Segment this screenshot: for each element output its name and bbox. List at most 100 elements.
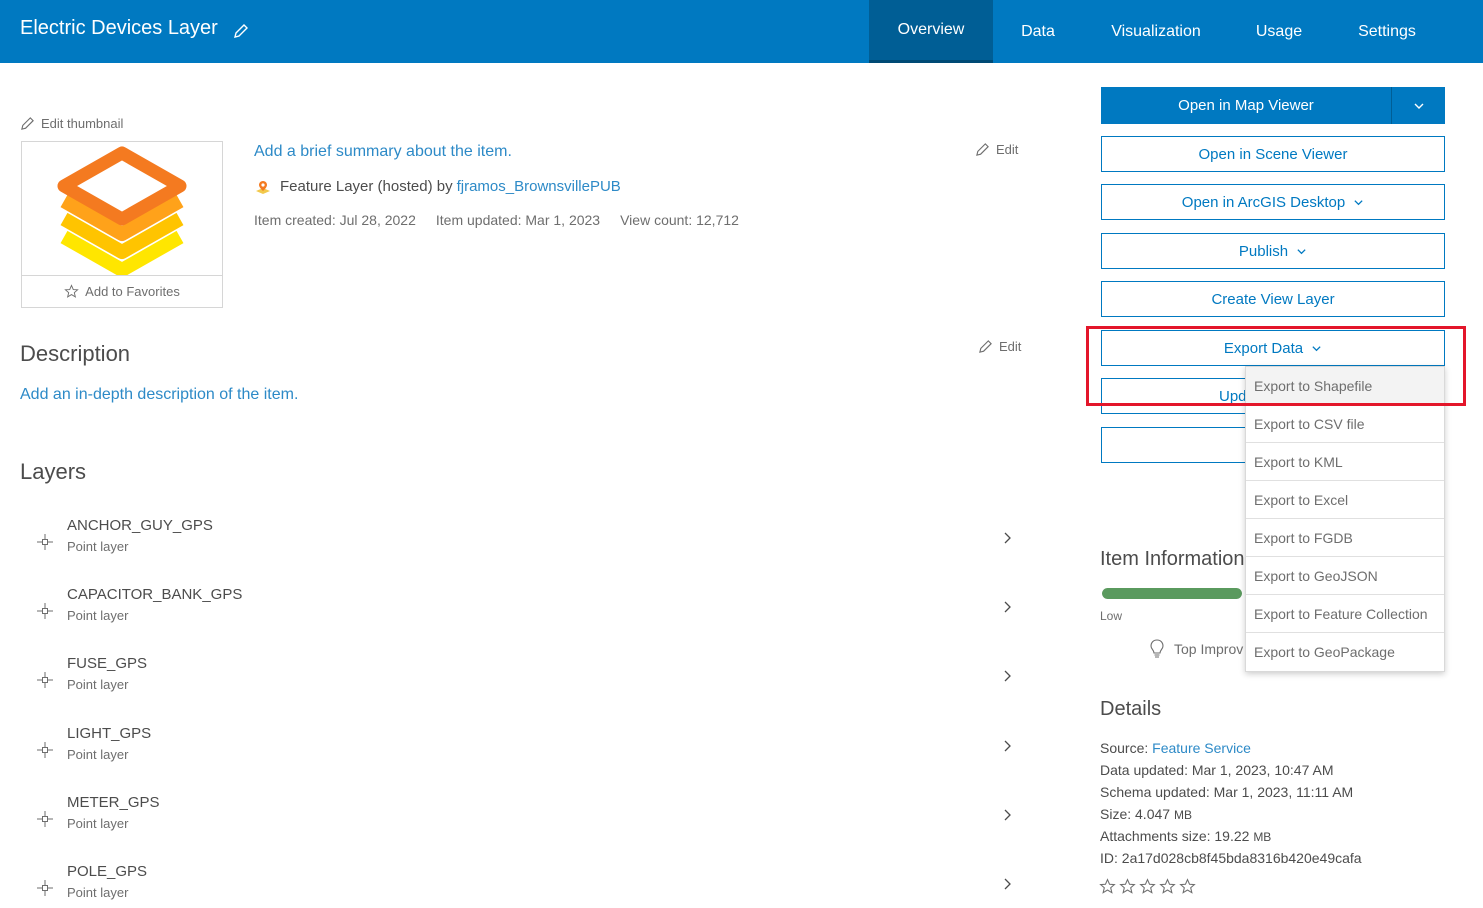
chevron-right-icon <box>1004 740 1011 752</box>
item-title: Electric Devices Layer <box>20 17 218 39</box>
chevron-down-icon <box>1354 199 1363 205</box>
tab-data[interactable]: Data <box>1000 0 1076 63</box>
source-label: Source: <box>1100 740 1149 756</box>
layer-name: CAPACITOR_BANK_GPS <box>67 586 243 603</box>
update-data-label: Upd <box>1219 387 1247 405</box>
item-meta: Item created: Jul 28, 2022 Item updated:… <box>254 212 739 228</box>
chevron-right-icon <box>1004 809 1011 821</box>
open-in-arcgis-desktop-button[interactable]: Open in ArcGIS Desktop <box>1101 184 1445 220</box>
attachments-size-unit: MB <box>1253 830 1272 844</box>
star-icon[interactable] <box>1159 878 1176 895</box>
layer-name: ANCHOR_GUY_GPS <box>67 517 213 534</box>
layer-row-meter-gps[interactable]: METER_GPS Point layer <box>20 794 1020 854</box>
open-in-map-viewer-label: Open in Map Viewer <box>1178 97 1314 114</box>
top-header: Electric Devices Layer Overview Data Vis… <box>0 0 1483 63</box>
layer-name: POLE_GPS <box>67 863 148 880</box>
pencil-icon <box>976 143 989 156</box>
edit-thumbnail-button[interactable]: Edit thumbnail <box>20 116 123 131</box>
tab-overview[interactable]: Overview <box>869 0 993 63</box>
layer-name: LIGHT_GPS <box>67 725 152 742</box>
detail-source: Source: Feature Service <box>1100 740 1251 756</box>
add-to-favorites-label: Add to Favorites <box>85 284 180 299</box>
tab-usage[interactable]: Usage <box>1238 0 1320 63</box>
layer-type: Point layer <box>67 539 129 554</box>
description-heading: Description <box>20 341 131 366</box>
detail-data-updated: Data updated: Mar 1, 2023, 10:47 AM <box>1100 762 1334 778</box>
export-kml-item[interactable]: Export to KML <box>1246 443 1444 481</box>
layer-type: Point layer <box>67 885 129 900</box>
export-data-menu: Export to Shapefile Export to CSV file E… <box>1245 366 1445 672</box>
item-type-text: Feature Layer (hosted) by <box>280 178 453 195</box>
open-in-arcgis-desktop-label: Open in ArcGIS Desktop <box>1181 193 1346 211</box>
export-data-button[interactable]: Export Data <box>1101 330 1445 366</box>
chevron-right-icon <box>1004 532 1011 544</box>
source-link[interactable]: Feature Service <box>1152 740 1251 756</box>
pencil-icon <box>21 117 34 130</box>
export-excel-item[interactable]: Export to Excel <box>1246 481 1444 519</box>
item-information-progress-fill <box>1102 588 1242 599</box>
layer-name: FUSE_GPS <box>67 655 148 672</box>
chevron-right-icon <box>1004 878 1011 890</box>
open-in-scene-viewer-button[interactable]: Open in Scene Viewer <box>1101 136 1445 172</box>
layer-row-pole-gps[interactable]: POLE_GPS Point layer <box>20 863 1020 907</box>
layer-row-capacitor-bank-gps[interactable]: CAPACITOR_BANK_GPS Point layer <box>20 586 1020 646</box>
star-icon[interactable] <box>1099 878 1116 895</box>
export-geojson-item[interactable]: Export to GeoJSON <box>1246 557 1444 595</box>
chevron-right-icon <box>1004 670 1011 682</box>
detail-attachments-size: Attachments size: 19.22 MB <box>1100 828 1271 844</box>
feature-layer-thumbnail-icon <box>57 146 187 275</box>
attachments-size-value: Attachments size: 19.22 <box>1100 828 1250 844</box>
point-layer-icon <box>37 880 53 896</box>
export-fgdb-item[interactable]: Export to FGDB <box>1246 519 1444 557</box>
layer-type: Point layer <box>67 677 129 692</box>
export-geopackage-item[interactable]: Export to GeoPackage <box>1246 633 1444 671</box>
detail-schema-updated: Schema updated: Mar 1, 2023, 11:11 AM <box>1100 784 1354 800</box>
map-viewer-options-toggle[interactable] <box>1391 87 1445 124</box>
edit-title-pencil-icon[interactable] <box>232 22 250 40</box>
detail-size: Size: 4.047 MB <box>1100 806 1192 822</box>
chevron-right-icon <box>1004 601 1011 613</box>
layer-row-anchor-guy-gps[interactable]: ANCHOR_GUY_GPS Point layer <box>20 517 1020 577</box>
size-value: Size: 4.047 <box>1100 806 1171 822</box>
top-improvement-tip[interactable]: Top Improv <box>1148 638 1243 660</box>
edit-label: Edit <box>999 339 1022 354</box>
publish-label: Publish <box>1238 242 1289 260</box>
view-count: View count: 12,712 <box>620 212 739 228</box>
item-type-line: Feature Layer (hosted) by fjramos_Browns… <box>254 178 621 195</box>
star-icon[interactable] <box>1179 878 1196 895</box>
point-layer-icon <box>37 534 53 550</box>
edit-label: Edit <box>996 142 1019 157</box>
details-heading: Details <box>1100 698 1162 720</box>
layer-row-light-gps[interactable]: LIGHT_GPS Point layer <box>20 725 1020 785</box>
item-information-level: Low <box>1100 609 1123 623</box>
chevron-down-icon <box>1312 345 1321 351</box>
owner-link[interactable]: fjramos_BrownsvillePUB <box>457 178 621 195</box>
create-view-layer-button[interactable]: Create View Layer <box>1101 281 1445 317</box>
tab-settings[interactable]: Settings <box>1342 0 1432 63</box>
add-summary-link[interactable]: Add a brief summary about the item. <box>254 143 512 161</box>
point-layer-icon <box>37 672 53 688</box>
export-csv-item[interactable]: Export to CSV file <box>1246 405 1444 443</box>
layer-type: Point layer <box>67 816 129 831</box>
publish-button[interactable]: Publish <box>1101 233 1445 269</box>
export-shapefile-item[interactable]: Export to Shapefile <box>1246 367 1444 405</box>
item-created: Item created: Jul 28, 2022 <box>254 212 416 228</box>
tab-visualization[interactable]: Visualization <box>1098 0 1214 63</box>
edit-description-button[interactable]: Edit <box>978 339 1021 354</box>
star-icon[interactable] <box>1119 878 1136 895</box>
add-to-favorites-button[interactable]: Add to Favorites <box>22 275 222 307</box>
point-layer-icon <box>37 603 53 619</box>
export-feature-collection-item[interactable]: Export to Feature Collection <box>1246 595 1444 633</box>
rating-stars[interactable] <box>1099 878 1196 895</box>
star-icon <box>64 284 79 298</box>
thumbnail-card: Add to Favorites <box>21 141 223 308</box>
item-information-progress <box>1102 588 1242 599</box>
open-in-map-viewer-button[interactable]: Open in Map Viewer <box>1101 87 1391 124</box>
chevron-down-icon <box>1414 103 1423 109</box>
star-icon[interactable] <box>1139 878 1156 895</box>
edit-summary-button[interactable]: Edit <box>975 142 1018 157</box>
edit-thumbnail-label: Edit thumbnail <box>41 116 124 131</box>
layer-row-fuse-gps[interactable]: FUSE_GPS Point layer <box>20 655 1020 715</box>
add-description-link[interactable]: Add an in-depth description of the item. <box>20 386 298 404</box>
pencil-icon <box>979 340 992 353</box>
